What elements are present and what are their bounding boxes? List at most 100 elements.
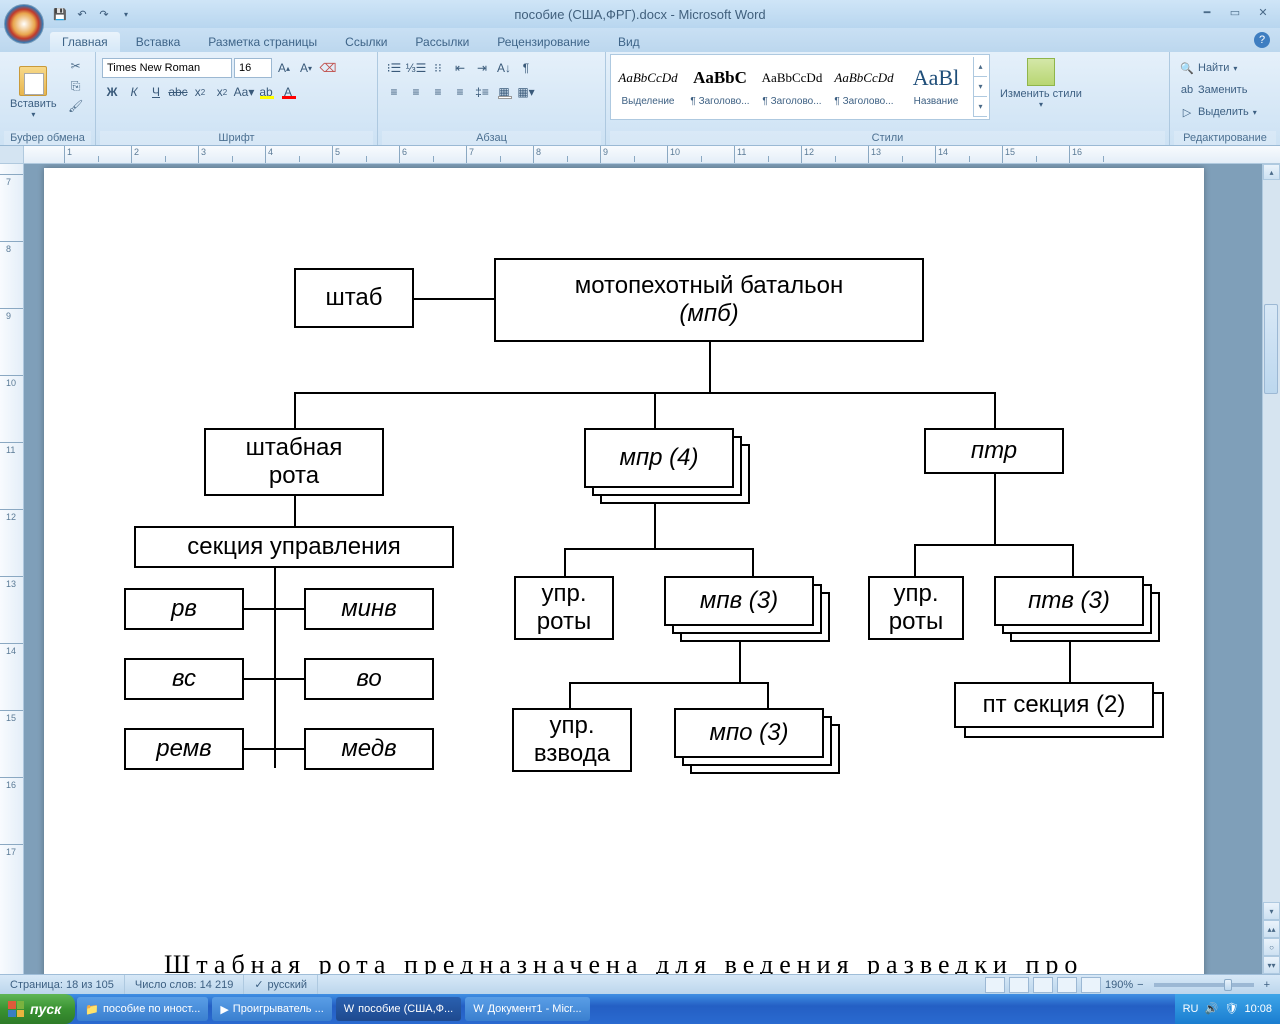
find-button[interactable]: 🔍Найти▾ [1180, 58, 1257, 78]
select-button[interactable]: ▷Выделить▾ [1180, 102, 1257, 122]
taskbar-item[interactable]: ▶Проигрыватель ... [212, 997, 331, 1021]
ruler-corner[interactable] [0, 146, 24, 163]
tray-clock[interactable]: 10:08 [1244, 1003, 1272, 1015]
zoom-thumb[interactable] [1224, 979, 1232, 991]
subscript-button[interactable]: x2 [190, 82, 210, 102]
shading-button[interactable]: ▦ [494, 82, 514, 102]
bold-button[interactable]: Ж [102, 82, 122, 102]
office-button[interactable] [4, 4, 44, 44]
clear-formatting-icon[interactable]: ⌫ [318, 58, 338, 78]
browse-object-icon[interactable]: ○ [1263, 938, 1280, 956]
tab-mailings[interactable]: Рассылки [403, 32, 481, 52]
scroll-down-icon[interactable]: ▾ [1263, 902, 1280, 920]
taskbar-item[interactable]: 📁пособие по иност... [77, 997, 208, 1021]
tab-review[interactable]: Рецензирование [485, 32, 602, 52]
zoom-in-button[interactable]: + [1264, 979, 1270, 991]
outline-view-button[interactable] [1057, 977, 1077, 993]
replace-button[interactable]: abЗаменить [1180, 80, 1257, 100]
cut-icon[interactable]: ✂ [67, 58, 85, 74]
diagram-box-minv: минв [304, 588, 434, 630]
tab-insert[interactable]: Вставка [124, 32, 193, 52]
align-center-button[interactable]: ≡ [406, 82, 426, 102]
windows-logo-icon [8, 1001, 24, 1017]
borders-button[interactable]: ▦▾ [516, 82, 536, 102]
zoom-out-button[interactable]: − [1137, 979, 1143, 991]
vertical-ruler[interactable]: 7891011121314151617 [0, 164, 24, 974]
line-spacing-button[interactable]: ‡≡ [472, 82, 492, 102]
tab-view[interactable]: Вид [606, 32, 652, 52]
tray-language[interactable]: RU [1183, 1003, 1199, 1015]
paste-button[interactable]: Вставить ▾ [4, 54, 63, 131]
diagram-box-vo: во [304, 658, 434, 700]
scroll-thumb[interactable] [1264, 304, 1278, 394]
zoom-level[interactable]: 190% [1105, 979, 1133, 991]
document-viewport[interactable]: штаб мотопехотный батальон (мпб) штабная… [24, 164, 1262, 974]
diagram-box-mpv: мпв (3) [664, 576, 814, 626]
draft-view-button[interactable] [1081, 977, 1101, 993]
tray-volume-icon[interactable]: 🔊 [1204, 1002, 1218, 1016]
prev-page-icon[interactable]: ▴▴ [1263, 920, 1280, 938]
change-styles-button[interactable]: Изменить стили ▾ [992, 54, 1090, 131]
undo-icon[interactable]: ↶ [74, 6, 90, 22]
tab-page-layout[interactable]: Разметка страницы [196, 32, 329, 52]
redo-icon[interactable]: ↷ [96, 6, 112, 22]
status-page[interactable]: Страница: 18 из 105 [0, 975, 125, 994]
taskbar-item[interactable]: Wпособие (США,Ф... [336, 997, 461, 1021]
style-item[interactable]: AaBlНазвание [901, 57, 971, 117]
copy-icon[interactable]: ⎘ [67, 78, 85, 94]
font-name-combo[interactable]: Times New Roman [102, 58, 232, 78]
styles-gallery[interactable]: AaBbCcDdВыделение AaBbC¶ Заголово... AaB… [610, 54, 990, 120]
style-item[interactable]: AaBbCcDd¶ Заголово... [829, 57, 899, 117]
styles-scroll-up-icon[interactable]: ▴ [974, 57, 987, 77]
italic-button[interactable]: К [124, 82, 144, 102]
shrink-font-icon[interactable]: A▾ [296, 58, 316, 78]
status-words[interactable]: Число слов: 14 219 [125, 975, 244, 994]
numbering-button[interactable]: ⅓☰ [406, 58, 426, 78]
full-screen-view-button[interactable] [1009, 977, 1029, 993]
vertical-scrollbar[interactable]: ▴ ▾ ▴▴ ○ ▾▾ [1262, 164, 1280, 974]
font-size-combo[interactable]: 16 [234, 58, 272, 78]
decrease-indent-button[interactable]: ⇤ [450, 58, 470, 78]
sort-button[interactable]: A↓ [494, 58, 514, 78]
style-item[interactable]: AaBbCcDdВыделение [613, 57, 683, 117]
minimize-button[interactable]: ━ [1196, 4, 1218, 20]
format-painter-icon[interactable]: 🖌 [67, 98, 85, 114]
superscript-button[interactable]: x2 [212, 82, 232, 102]
web-layout-view-button[interactable] [1033, 977, 1053, 993]
grow-font-icon[interactable]: A▴ [274, 58, 294, 78]
underline-button[interactable]: Ч [146, 82, 166, 102]
style-item[interactable]: AaBbCcDd¶ Заголово... [757, 57, 827, 117]
next-page-icon[interactable]: ▾▾ [1263, 956, 1280, 974]
multilevel-button[interactable]: ⁝⁝ [428, 58, 448, 78]
tray-shield-icon[interactable]: 🛡 [1224, 1002, 1238, 1016]
align-right-button[interactable]: ≡ [428, 82, 448, 102]
status-language[interactable]: ✓русский [244, 975, 318, 994]
styles-scroll-down-icon[interactable]: ▾ [974, 77, 987, 97]
maximize-button[interactable]: ▭ [1224, 4, 1246, 20]
tab-references[interactable]: Ссылки [333, 32, 399, 52]
horizontal-ruler[interactable]: 12345678910111213141516 [24, 146, 1280, 163]
align-left-button[interactable]: ≡ [384, 82, 404, 102]
highlight-button[interactable]: ab [256, 82, 276, 102]
font-color-button[interactable]: A [278, 82, 298, 102]
save-icon[interactable]: 💾 [52, 6, 68, 22]
help-icon[interactable]: ? [1254, 32, 1270, 48]
show-marks-button[interactable]: ¶ [516, 58, 536, 78]
increase-indent-button[interactable]: ⇥ [472, 58, 492, 78]
change-case-button[interactable]: Aa▾ [234, 82, 254, 102]
system-tray[interactable]: RU 🔊 🛡 10:08 [1175, 994, 1280, 1024]
style-item[interactable]: AaBbC¶ Заголово... [685, 57, 755, 117]
strikethrough-button[interactable]: abc [168, 82, 188, 102]
spellcheck-icon: ✓ [254, 978, 263, 991]
taskbar-item[interactable]: WДокумент1 - Micr... [465, 997, 589, 1021]
tab-home[interactable]: Главная [50, 32, 120, 52]
scroll-up-icon[interactable]: ▴ [1263, 164, 1280, 180]
print-layout-view-button[interactable] [985, 977, 1005, 993]
bullets-button[interactable]: ⁝☰ [384, 58, 404, 78]
start-button[interactable]: пуск [0, 994, 75, 1024]
close-button[interactable]: ✕ [1252, 4, 1274, 20]
zoom-slider[interactable] [1154, 983, 1254, 987]
justify-button[interactable]: ≡ [450, 82, 470, 102]
styles-more-icon[interactable]: ▾ [974, 97, 987, 117]
qat-more-icon[interactable]: ▾ [118, 6, 134, 22]
